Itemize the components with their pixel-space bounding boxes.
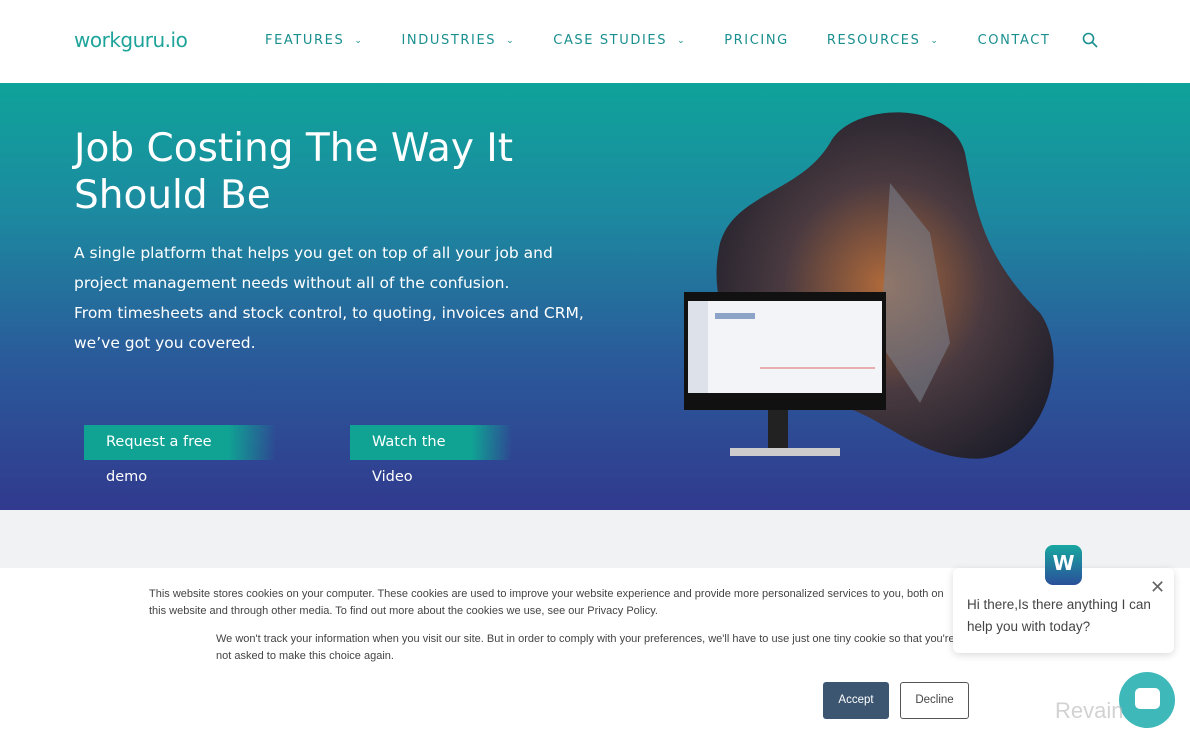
chevron-down-icon: ⌄: [506, 35, 516, 46]
nav-label: CASE STUDIES: [553, 33, 668, 48]
chat-launcher-button[interactable]: [1119, 672, 1175, 728]
hero-image: [684, 112, 1054, 459]
chevron-down-icon: ⌄: [677, 35, 687, 46]
nav-industries[interactable]: INDUSTRIES ⌄: [402, 33, 516, 48]
chat-avatar: W: [1045, 545, 1082, 585]
chevron-down-icon: ⌄: [930, 35, 940, 46]
nav-contact[interactable]: CONTACT: [978, 33, 1051, 48]
cookie-text-secondary: We won't track your information when you…: [216, 633, 955, 662]
site-header: workguru.io FEATURES ⌄ INDUSTRIES ⌄ CASE S…: [0, 0, 1190, 83]
nav-label: RESOURCES: [826, 33, 921, 48]
decline-button[interactable]: Decline: [900, 682, 969, 719]
chevron-down-icon: ⌄: [354, 35, 364, 46]
nav-label: CONTACT: [977, 33, 1051, 48]
nav-case-studies[interactable]: CASE STUDIES ⌄: [553, 33, 686, 48]
cookie-text: This website stores cookies on your comp…: [149, 588, 944, 617]
nav-label: FEATURES: [265, 33, 345, 48]
logo[interactable]: workguru.io: [74, 28, 188, 52]
watch-video-button[interactable]: Watch the Video: [350, 425, 512, 485]
hero-subtitle: A single platform that helps you get on …: [74, 244, 584, 352]
chat-message: Hi there,Is there anything I can help yo…: [967, 597, 1151, 634]
hero-section: Job Costing The Way It Should Be A single…: [0, 83, 1190, 510]
nav-features[interactable]: FEATURES ⌄: [265, 33, 364, 48]
nav-label: PRICING: [724, 33, 789, 48]
nav-pricing[interactable]: PRICING: [724, 33, 789, 48]
request-demo-button[interactable]: Request a free demo: [84, 425, 276, 485]
nav-label: INDUSTRIES: [401, 33, 497, 48]
nav-resources[interactable]: RESOURCES ⌄: [827, 33, 940, 48]
close-icon[interactable]: ✕: [1150, 577, 1165, 598]
main-nav: FEATURES ⌄ INDUSTRIES ⌄ CASE STUDIES ⌄ PRIC…: [265, 33, 1088, 48]
chat-bubble-icon: [1135, 688, 1160, 709]
section-strip: [0, 510, 1190, 568]
accept-button[interactable]: Accept: [823, 682, 889, 719]
search-icon[interactable]: [1082, 32, 1098, 48]
watermark: Revain: [1055, 698, 1124, 723]
hero-title: Job Costing The Way It Should Be: [74, 126, 514, 218]
